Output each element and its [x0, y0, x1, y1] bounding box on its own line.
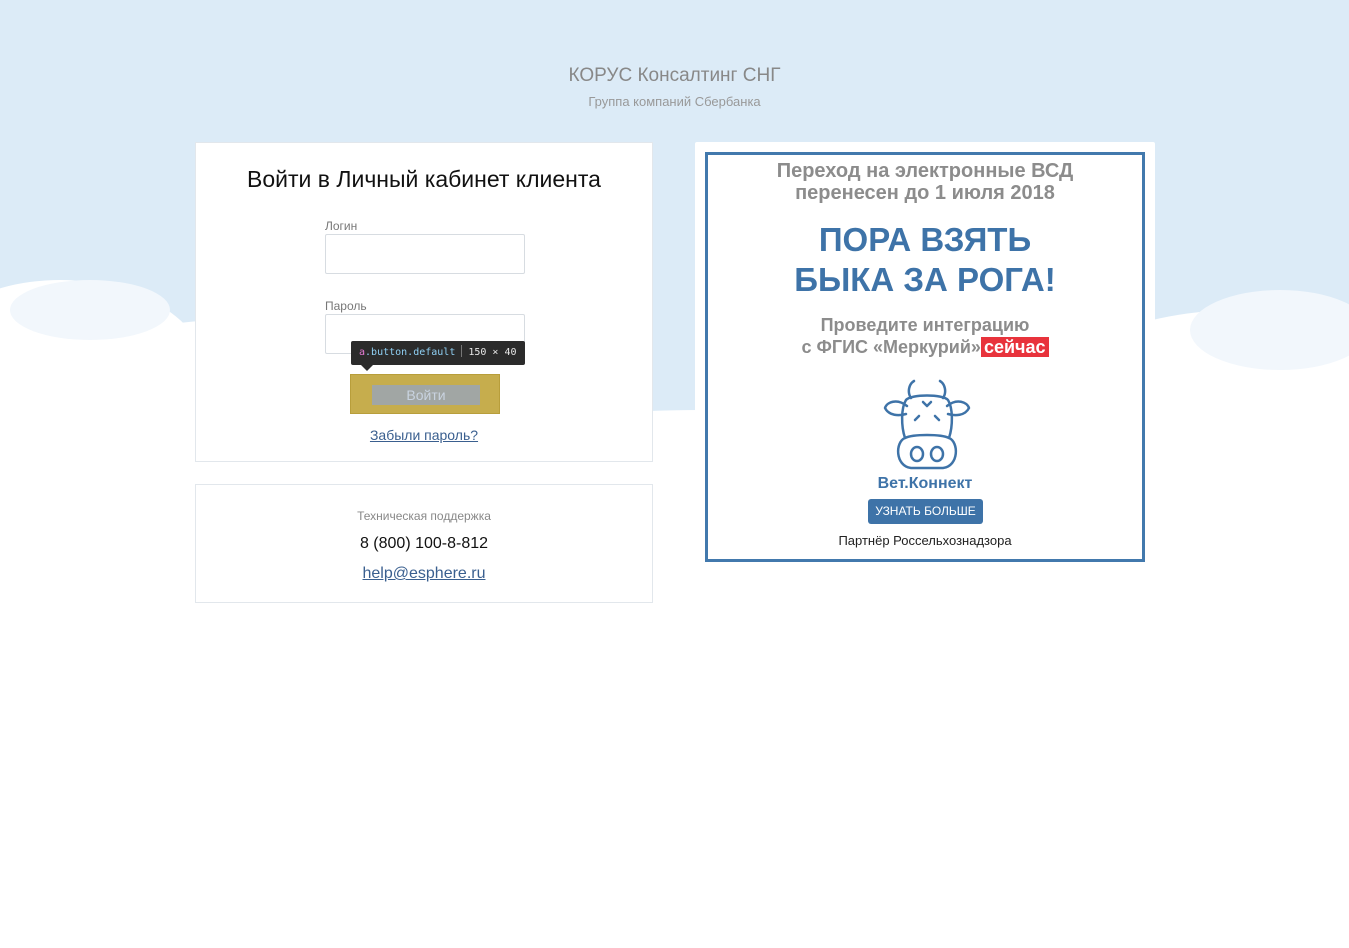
- support-label: Техническая поддержка: [357, 509, 491, 523]
- ad-headline-1: ПОРА ВЗЯТЬ: [818, 221, 1032, 258]
- tooltip-classes: .button.default: [365, 347, 456, 358]
- ad-banner[interactable]: Переход на электронные ВСД перенесен до …: [705, 152, 1145, 562]
- tooltip-separator: [461, 345, 463, 357]
- login-button-label: Войти: [372, 385, 480, 405]
- cow-logo-icon: [883, 379, 971, 470]
- ad-line-1: Переход на электронные ВСД: [776, 160, 1074, 182]
- company-subtitle: Группа компаний Сбербанка: [588, 94, 761, 109]
- login-title: Войти в Личный кабинет клиента: [247, 166, 601, 192]
- login-input[interactable]: [325, 234, 525, 274]
- page: КОРУС Консалтинг СНГ Группа компаний Сбе…: [0, 0, 1349, 948]
- support-email-link[interactable]: help@esphere.ru: [196, 565, 652, 583]
- ad-text-2: с ФГИС «Меркурий» сейчас: [708, 336, 1142, 358]
- ad-text-2-main: с ФГИС «Меркурий»: [801, 337, 981, 357]
- forgot-password-link[interactable]: Забыли пароль?: [196, 427, 652, 443]
- ad-brand: Вет.Коннект: [877, 475, 973, 492]
- support-phone: 8 (800) 100-8-812: [359, 535, 489, 552]
- company-name: КОРУС Консалтинг СНГ: [568, 65, 781, 86]
- ad-line-2: перенесен до 1 июля 2018: [795, 182, 1055, 204]
- login-button[interactable]: Войти: [350, 374, 500, 414]
- tooltip-size: 150 × 40: [468, 347, 517, 358]
- ad-text-1: Проведите интеграцию: [820, 315, 1030, 335]
- ad-partner-text: Партнёр Россельхознадзора: [838, 533, 1012, 548]
- learn-more-button[interactable]: УЗНАТЬ БОЛЬШЕ: [868, 499, 983, 524]
- password-label: Пароль: [325, 299, 367, 313]
- devtools-element-tooltip: a.button.default 150 × 40: [351, 341, 525, 365]
- ad-headline-2: БЫКА ЗА РОГА!: [794, 261, 1056, 298]
- ad-text-2-highlight: сейчас: [980, 337, 1049, 357]
- login-label: Логин: [325, 219, 358, 233]
- ad-container: Переход на электронные ВСД перенесен до …: [695, 142, 1155, 572]
- support-card: Техническая поддержка 8 (800) 100-8-812 …: [195, 484, 653, 603]
- header: КОРУС Консалтинг СНГ Группа компаний Сбе…: [0, 64, 1349, 110]
- tooltip-arrow: [361, 365, 373, 371]
- login-card: Войти в Личный кабинет клиента Логин Пар…: [195, 142, 653, 462]
